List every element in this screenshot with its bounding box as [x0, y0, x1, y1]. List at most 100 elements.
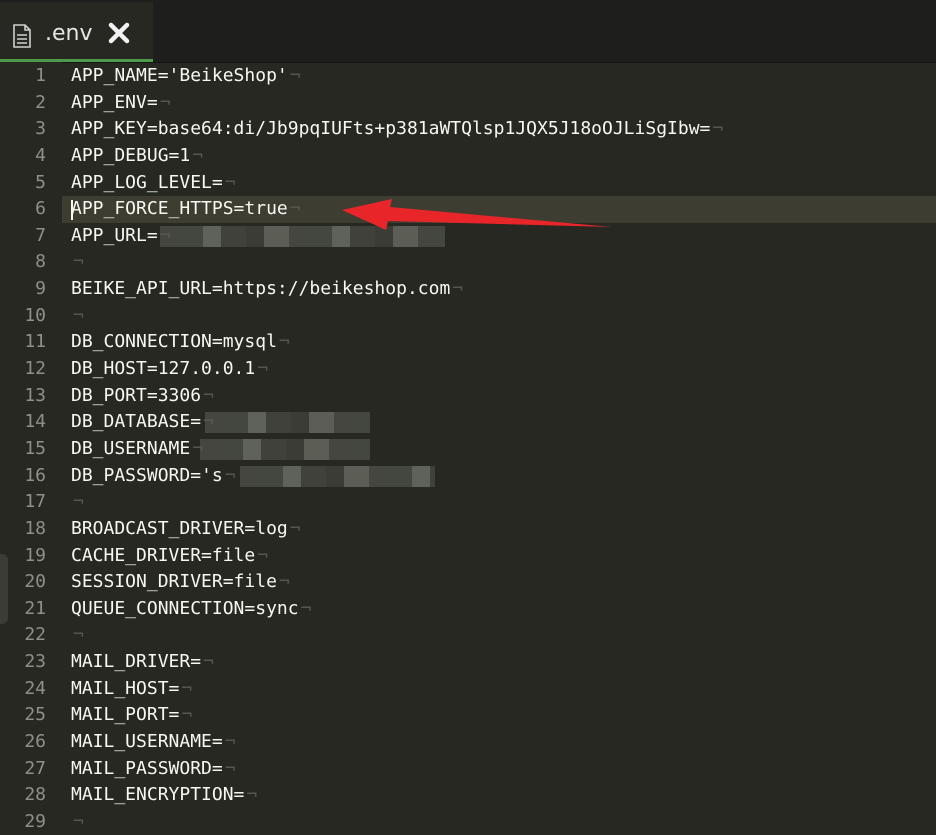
line-number: 20 [24, 571, 46, 593]
code-area[interactable]: APP_NAME='BeikeShop' ¬ APP_ENV= ¬ APP_KEY=ba… [62, 63, 936, 835]
line-number: 3 [35, 118, 46, 140]
code-text: APP_URL= [71, 224, 158, 246]
line-number: 4 [35, 144, 46, 166]
code-line[interactable]: MAIL_DRIVER= ¬ [62, 649, 936, 676]
line-number: 1 [35, 65, 46, 86]
code-text: MAIL_HOST= [71, 677, 180, 699]
code-line[interactable]: APP_LOG_LEVEL= ¬ [62, 170, 936, 197]
code-text: DB_PORT=3306 [71, 384, 202, 406]
line-number: 25 [24, 704, 46, 726]
code-text: APP_ENV= [71, 91, 158, 113]
eol-marker: ¬ [73, 304, 84, 326]
code-text: SESSION_DRIVER=file [71, 571, 277, 593]
code-line[interactable]: DB_USERNAME ¬ [62, 436, 936, 463]
line-number: 12 [24, 358, 46, 380]
code-line[interactable]: DB_PORT=3306 ¬ [62, 383, 936, 410]
code-line[interactable]: ¬ [62, 622, 936, 649]
eol-marker: ¬ [159, 224, 171, 246]
editor-window: .env 1 2 3 4 5 6 7 8 9 10 11 12 13 14 15 16 17 18 19 20 21 22… [0, 0, 936, 835]
redaction-mosaic [160, 225, 445, 247]
code-line[interactable]: APP_URL= ¬ [62, 223, 936, 250]
code-text: APP_LOG_LEVEL= [71, 171, 223, 193]
line-number: 14 [24, 411, 46, 433]
eol-marker: ¬ [203, 651, 214, 673]
line-number: 28 [24, 784, 46, 806]
eol-marker: ¬ [192, 437, 204, 459]
code-line[interactable]: APP_DEBUG=1 ¬ [62, 143, 936, 170]
code-text: MAIL_ENCRYPTION= [71, 784, 245, 806]
eol-marker: ¬ [73, 624, 84, 646]
close-icon[interactable] [106, 20, 132, 46]
eol-marker: ¬ [712, 118, 724, 140]
code-line[interactable]: APP_KEY=base64:di/Jb9pqIUFts+p381aWTQlsp… [62, 116, 936, 143]
eol-marker: ¬ [289, 517, 301, 539]
line-number: 15 [24, 437, 46, 459]
code-line[interactable]: MAIL_PORT= ¬ [62, 702, 936, 729]
line-number: 13 [24, 384, 46, 406]
line-number: 26 [24, 731, 46, 753]
eol-marker: ¬ [246, 784, 258, 806]
tab-env-file[interactable]: .env [0, 2, 153, 62]
eol-marker: ¬ [73, 251, 84, 273]
code-text: APP_KEY=base64:di/Jb9pqIUFts+p381aWTQlsp… [71, 118, 711, 140]
line-number: 10 [24, 304, 46, 326]
code-line[interactable]: ¬ [62, 809, 936, 835]
line-number: 8 [35, 251, 46, 273]
eol-marker: ¬ [181, 704, 193, 726]
line-number: 11 [24, 331, 46, 353]
eol-marker: ¬ [257, 544, 269, 566]
code-line[interactable]: ¬ [62, 249, 936, 276]
code-line[interactable]: QUEUE_CONNECTION=sync ¬ [62, 596, 936, 623]
eol-marker: ¬ [300, 597, 312, 619]
eol-marker: ¬ [257, 358, 269, 380]
code-line[interactable]: MAIL_HOST= ¬ [62, 676, 936, 703]
line-number: 17 [24, 491, 46, 513]
code-text: MAIL_USERNAME= [71, 731, 223, 753]
code-line[interactable]: SESSION_DRIVER=file ¬ [62, 569, 936, 596]
eol-marker: ¬ [159, 91, 171, 113]
code-text: DB_CONNECTION=mysql [71, 331, 277, 353]
code-line[interactable]: APP_NAME='BeikeShop' ¬ [62, 63, 936, 90]
code-line[interactable]: DB_CONNECTION=mysql ¬ [62, 329, 936, 356]
eol-marker: ¬ [224, 464, 236, 486]
code-text: MAIL_PASSWORD= [71, 757, 223, 779]
line-number: 7 [35, 224, 46, 246]
line-number: 27 [24, 757, 46, 779]
code-line[interactable]: DB_DATABASE= ¬ [62, 409, 936, 436]
code-text: DB_PASSWORD='s [71, 464, 223, 486]
code-text: DB_USERNAME [71, 437, 191, 459]
redaction-mosaic [240, 465, 435, 487]
code-line[interactable]: MAIL_PASSWORD= ¬ [62, 756, 936, 783]
eol-marker: ¬ [73, 491, 84, 513]
line-number: 2 [35, 91, 46, 113]
line-number: 22 [24, 624, 46, 646]
code-line[interactable]: DB_PASSWORD='s ¬ [62, 463, 936, 490]
code-line[interactable]: ¬ [62, 489, 936, 516]
code-text: MAIL_DRIVER= [71, 651, 202, 673]
eol-marker: ¬ [224, 757, 236, 779]
code-text: CACHE_DRIVER=file [71, 544, 256, 566]
code-text: APP_DEBUG=1 [71, 144, 191, 166]
file-text-icon [13, 24, 31, 48]
code-line[interactable]: APP_ENV= ¬ [62, 90, 936, 117]
line-number: 6 [35, 198, 46, 220]
code-line[interactable]: BEIKE_API_URL=https://beikeshop.com ¬ [62, 276, 936, 303]
code-line[interactable]: DB_HOST=127.0.0.1 ¬ [62, 356, 936, 383]
code-line[interactable]: MAIL_ENCRYPTION= ¬ [62, 782, 936, 809]
code-line[interactable]: CACHE_DRIVER=file ¬ [62, 543, 936, 570]
eol-marker: ¬ [452, 278, 464, 300]
redaction-mosaic [205, 412, 370, 434]
code-text: APP_NAME='BeikeShop' [71, 65, 288, 86]
code-line[interactable]: MAIL_USERNAME= ¬ [62, 729, 936, 756]
line-number: 21 [24, 597, 46, 619]
redaction-mosaic [200, 438, 370, 460]
code-line[interactable]: APP_FORCE_HTTPS=true ¬ [62, 196, 936, 223]
eol-marker: ¬ [278, 571, 290, 593]
text-cursor [71, 200, 73, 221]
line-number: 24 [24, 677, 46, 699]
code-text: APP_FORCE_HTTPS=true [71, 198, 288, 220]
eol-marker: ¬ [181, 677, 193, 699]
line-number: 5 [35, 171, 46, 193]
code-line[interactable]: BROADCAST_DRIVER=log ¬ [62, 516, 936, 543]
code-line[interactable]: ¬ [62, 303, 936, 330]
